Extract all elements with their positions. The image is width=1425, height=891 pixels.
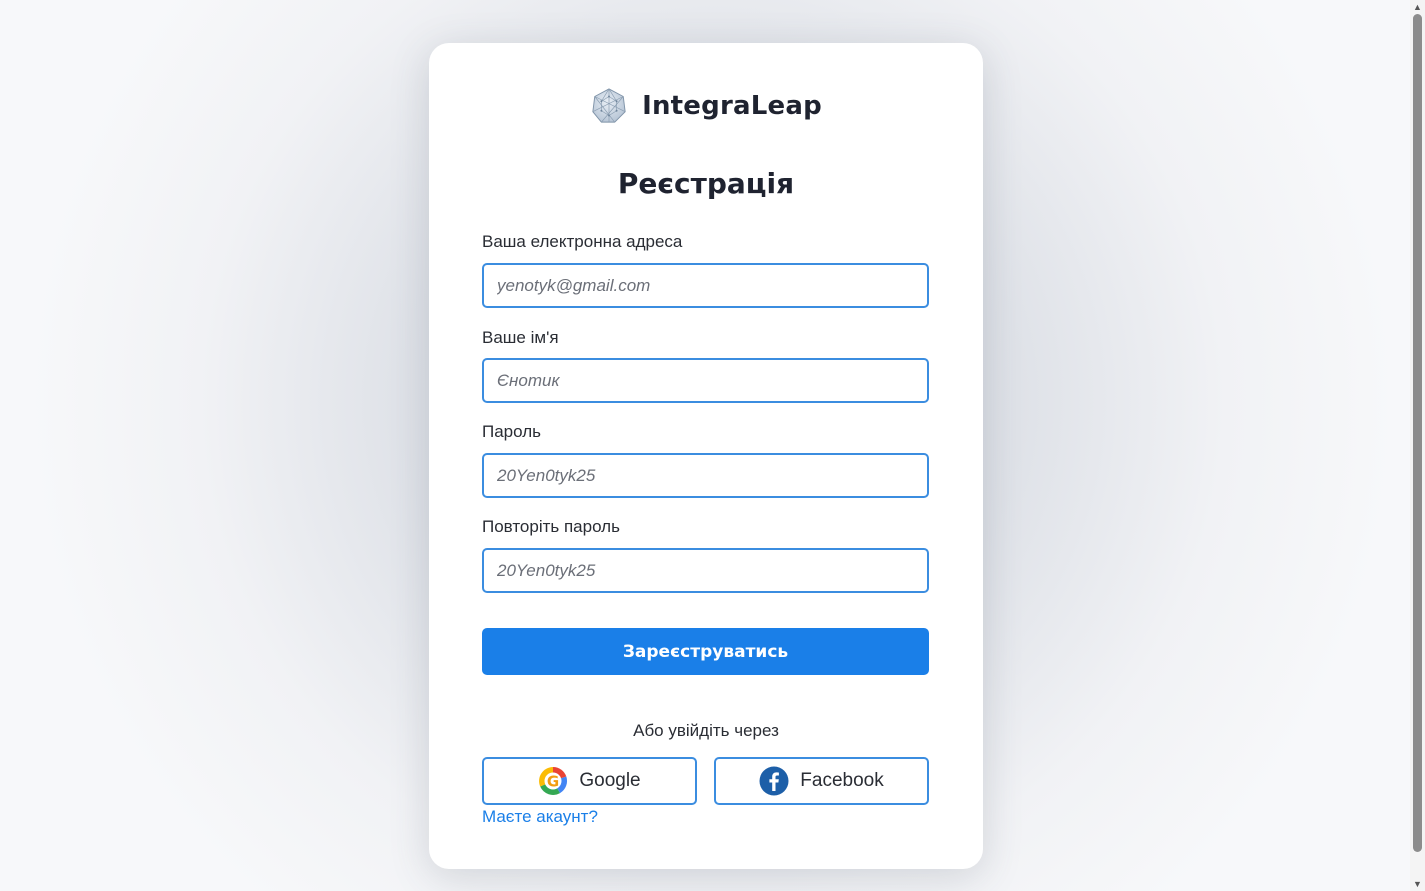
scroll-up-icon[interactable]: ▲ [1410,0,1425,14]
password-field[interactable] [482,453,929,498]
facebook-login-button[interactable]: Facebook [714,757,929,805]
geodesic-sphere-icon [592,88,626,123]
email-label: Ваша електронна адреса [482,232,683,251]
google-login-button[interactable]: G Google [482,757,697,805]
svg-text:G: G [547,773,559,791]
social-login-caption: Або увійдіть через [633,721,779,740]
facebook-label: Facebook [800,770,884,791]
registration-card: IntegraLeap Реєстрація Ваша електронна а… [429,43,983,869]
brand-header: IntegraLeap [429,87,983,125]
have-account-link[interactable]: Маєте акаунт? [482,807,598,827]
facebook-icon [759,766,789,796]
confirm-password-label: Повторіть пароль [482,517,620,536]
google-label: Google [579,770,641,791]
email-field[interactable] [482,263,929,308]
password-label: Пароль [482,422,541,441]
vertical-scrollbar[interactable]: ▲ ▼ [1410,0,1425,891]
brand-name: IntegraLeap [642,91,822,121]
name-field[interactable] [482,358,929,403]
page-background: IntegraLeap Реєстрація Ваша електронна а… [0,0,1410,891]
google-icon: G [539,766,568,795]
scroll-thumb[interactable] [1413,14,1422,852]
page-title: Реєстрація [617,167,795,200]
register-button[interactable]: Зареєструватись [482,628,929,675]
scroll-down-icon[interactable]: ▼ [1410,877,1425,891]
name-label: Ваше ім'я [482,328,559,347]
confirm-password-field[interactable] [482,548,929,593]
